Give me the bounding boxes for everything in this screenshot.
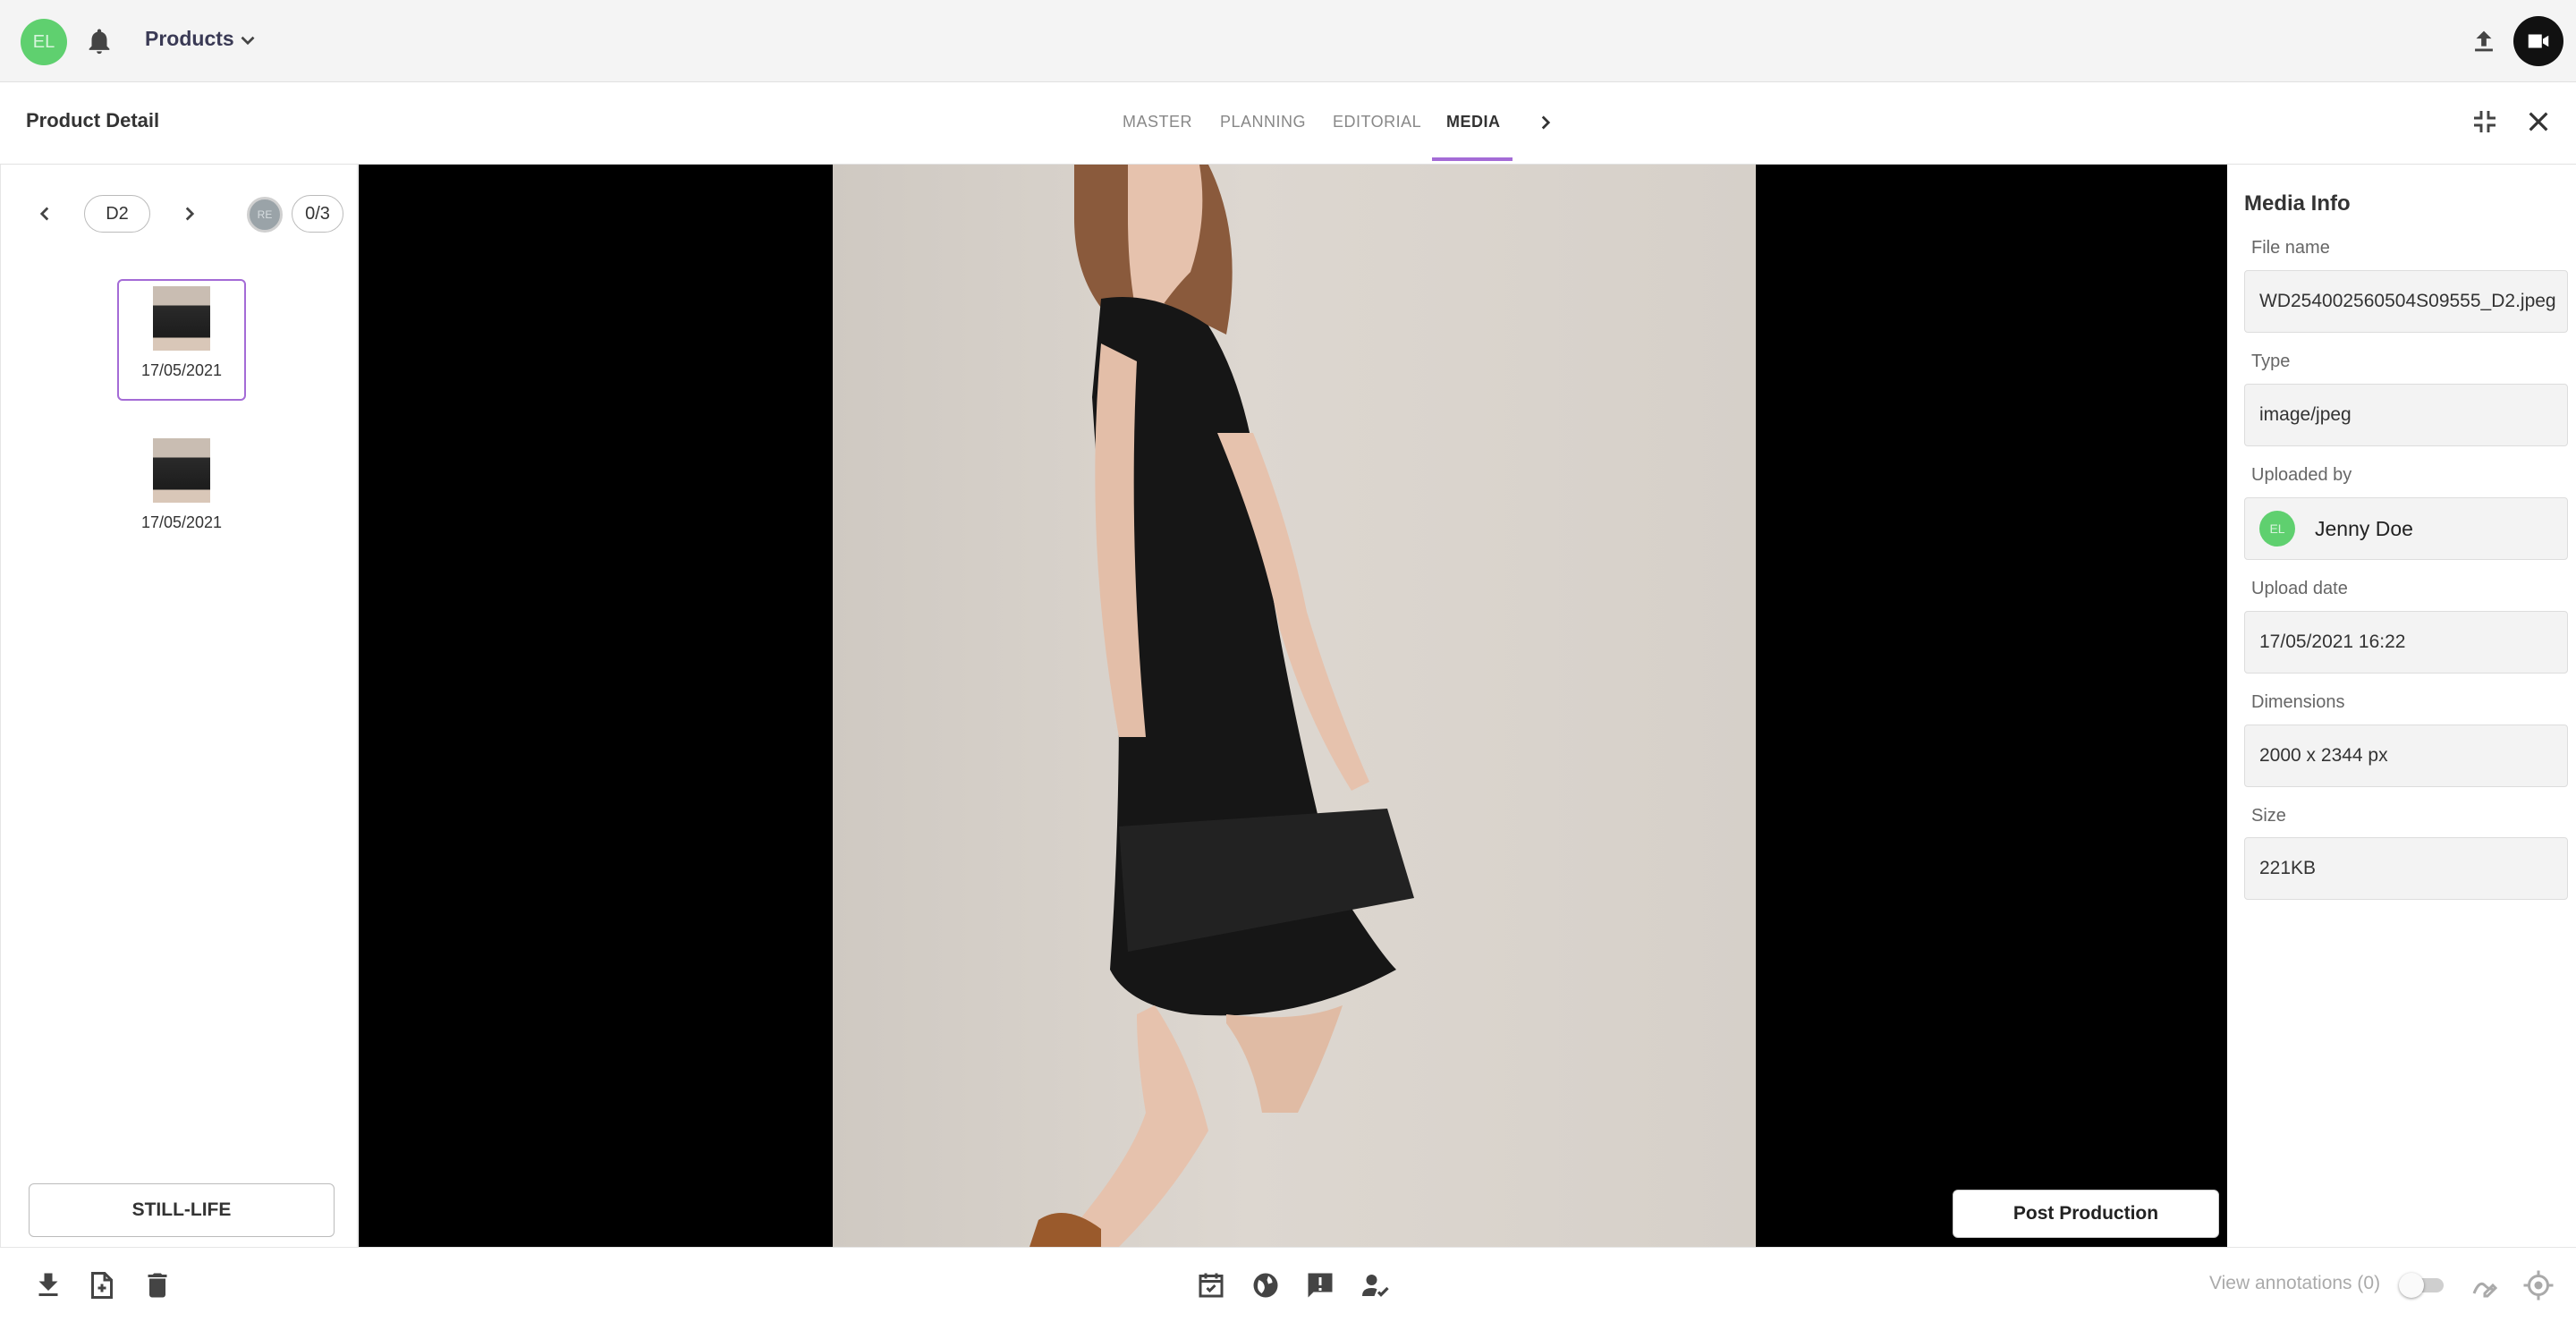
type-value: image/jpeg (2259, 404, 2351, 426)
bell-icon[interactable] (84, 25, 114, 57)
media-viewer: Post Production (359, 165, 2227, 1247)
user-avatar[interactable]: EL (21, 19, 67, 65)
variant-selector[interactable]: D2 (84, 195, 150, 233)
dimensions-value: 2000 x 2344 px (2259, 745, 2388, 767)
file-name-label: File name (2251, 238, 2330, 258)
type-label: Type (2251, 352, 2290, 372)
dimensions-field: 2000 x 2344 px (2244, 725, 2568, 787)
product-photo (833, 165, 1756, 1247)
chevron-down-icon[interactable] (236, 29, 259, 52)
chevron-left-icon[interactable] (33, 200, 56, 227)
uploaded-by-label: Uploaded by (2251, 465, 2351, 486)
download-icon[interactable] (32, 1269, 64, 1301)
media-info-panel: Media Info File name WD254002560504S0955… (2227, 165, 2576, 1247)
review-counter: 0/3 (292, 195, 343, 233)
file-name-value: WD254002560504S09555_D2.jpeg (2259, 291, 2556, 312)
chevron-right-icon[interactable] (178, 200, 201, 227)
detail-header: Product Detail MASTER PLANNING EDITORIAL… (0, 82, 2576, 165)
comment-alert-icon[interactable] (1304, 1269, 1336, 1301)
thumbnail-item[interactable]: 17/05/2021 (117, 279, 246, 401)
media-info-title: Media Info (2244, 191, 2351, 216)
tab-media[interactable]: MEDIA (1446, 113, 1501, 131)
draw-icon[interactable] (2469, 1269, 2501, 1301)
page-title: Product Detail (26, 109, 159, 132)
size-field: 221KB (2244, 837, 2568, 900)
user-check-icon[interactable] (1360, 1269, 1392, 1301)
toggle-knob (2399, 1273, 2424, 1298)
reviewer-avatar: RE (247, 197, 283, 233)
upload-date-label: Upload date (2251, 579, 2348, 599)
chevron-right-icon[interactable] (1534, 109, 1557, 136)
video-call-button[interactable] (2513, 16, 2563, 66)
type-field: image/jpeg (2244, 384, 2568, 446)
size-value: 221KB (2259, 858, 2316, 879)
still-life-button[interactable]: STILL-LIFE (29, 1183, 335, 1237)
upload-date-value: 17/05/2021 16:22 (2259, 631, 2406, 653)
thumbnail-item[interactable]: 17/05/2021 (117, 438, 246, 546)
uploader-name: Jenny Doe (2315, 517, 2413, 541)
size-label: Size (2251, 806, 2286, 826)
uploaded-by-field: EL Jenny Doe (2244, 497, 2568, 560)
uploader-avatar: EL (2259, 511, 2295, 547)
file-name-field: WD254002560504S09555_D2.jpeg (2244, 270, 2568, 333)
tab-master[interactable]: MASTER (1123, 113, 1192, 131)
delete-icon[interactable] (141, 1269, 174, 1301)
top-bar: EL Products (0, 0, 2576, 82)
tab-planning[interactable]: PLANNING (1220, 113, 1306, 131)
upload-icon[interactable] (2469, 25, 2499, 57)
minimize-icon[interactable] (2470, 107, 2499, 136)
annotations-toggle[interactable] (2399, 1271, 2445, 1298)
calendar-check-icon[interactable] (1195, 1269, 1227, 1301)
model-figure (833, 165, 1756, 1247)
close-icon[interactable] (2524, 107, 2553, 136)
target-icon[interactable] (2522, 1269, 2555, 1301)
thumbnail-panel: D2 RE 0/3 17/05/2021 17/05/2021 STILL-LI… (0, 165, 358, 1247)
view-annotations-label: View annotations (0) (2209, 1273, 2380, 1294)
thumbnail-image (153, 286, 210, 351)
upload-date-field: 17/05/2021 16:22 (2244, 611, 2568, 674)
post-production-button[interactable]: Post Production (1953, 1190, 2219, 1238)
thumbnail-date: 17/05/2021 (117, 513, 246, 532)
globe-icon[interactable] (1250, 1269, 1282, 1301)
tab-editorial[interactable]: EDITORIAL (1333, 113, 1421, 131)
video-camera-icon (2525, 28, 2552, 55)
active-tab-indicator (1432, 157, 1513, 161)
products-menu[interactable]: Products (145, 27, 234, 51)
thumbnail-image (153, 438, 210, 503)
bottom-toolbar: View annotations (0) (0, 1247, 2576, 1322)
dimensions-label: Dimensions (2251, 692, 2344, 713)
add-media-icon[interactable] (86, 1269, 118, 1301)
thumbnail-date: 17/05/2021 (119, 361, 244, 380)
